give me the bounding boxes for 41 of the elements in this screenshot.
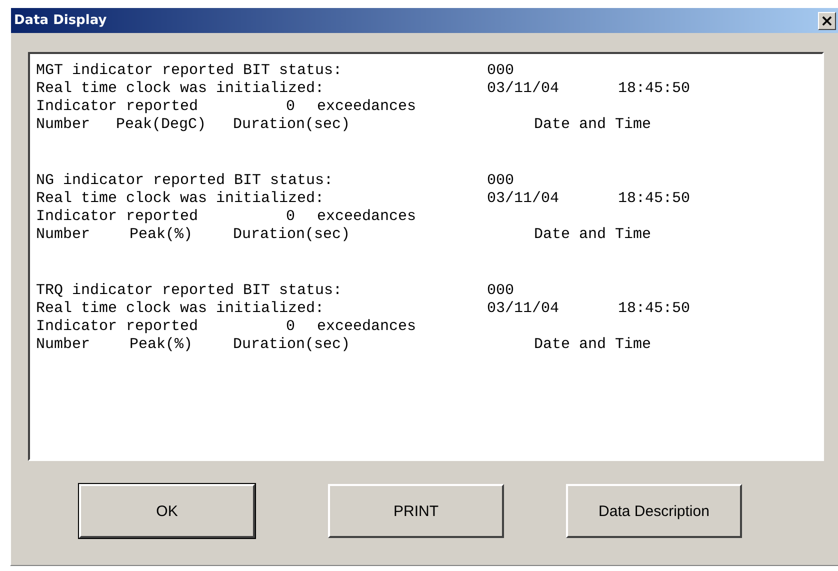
column-header: Peak(%) [128,336,194,354]
exceedance-count: 0 [286,98,296,116]
exceedances-label: exceedances [317,318,416,336]
reported-label: Indicator reported [36,208,200,226]
exceedance-count: 0 [286,318,296,336]
reported-label: Indicator reported [36,98,200,116]
status-value: 000 [487,62,514,80]
status-label: NG indicator reported BIT status: [36,172,334,190]
status-label: MGT indicator reported BIT status: [36,62,344,80]
clock-label: Real time clock was initialized: [36,190,326,208]
clock-date: 03/11/04 [487,300,560,318]
clock-label: Real time clock was initialized: [36,80,326,98]
column-header: Number [36,226,92,244]
clock-time: 18:45:50 [618,190,690,208]
exceedances-label: exceedances [317,98,416,116]
close-button[interactable]: × [818,12,836,30]
column-header: Date and Time [534,116,652,134]
clock-date: 03/11/04 [487,80,560,98]
column-header: Number [36,336,92,354]
status-value: 000 [487,282,514,300]
clock-time: 18:45:50 [618,300,690,318]
clock-date: 03/11/04 [487,190,560,208]
clock-time: 18:45:50 [618,80,690,98]
status-value: 000 [487,172,514,190]
column-header: Duration(sec) [232,336,352,354]
clock-label: Real time clock was initialized: [36,300,326,318]
dialog-button[interactable]: PRINT [328,484,504,538]
status-label: TRQ indicator reported BIT status: [36,282,344,300]
exceedance-count: 0 [286,208,296,226]
column-header: Duration(sec) [232,226,352,244]
column-header: Peak(%) [128,226,194,244]
column-header: Number [36,116,92,134]
column-header: Date and Time [534,226,652,244]
dialog-button[interactable]: Data Description [566,484,742,538]
reported-label: Indicator reported [36,318,200,336]
window-title: Data Display [14,13,107,28]
exceedances-label: exceedances [317,208,416,226]
column-header: Date and Time [534,336,652,354]
column-header: Peak(DegC) [114,116,207,134]
dialog-button[interactable]: OK [79,484,255,538]
column-header: Duration(sec) [232,116,352,134]
